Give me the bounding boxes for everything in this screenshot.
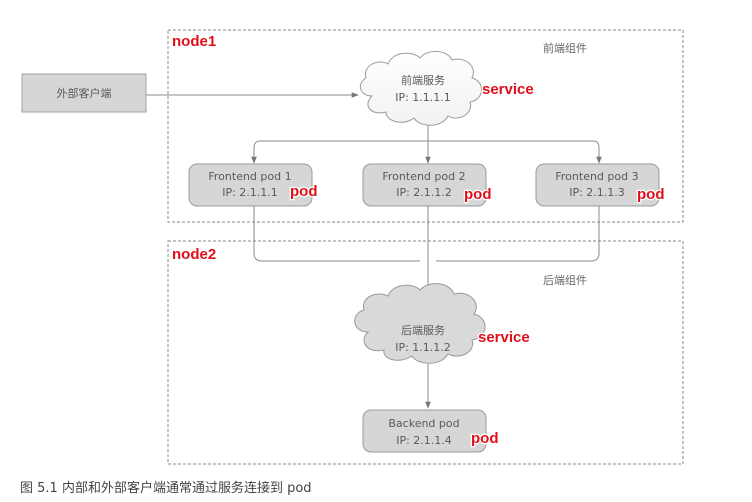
frontend-pod-3-tag: pod [637,186,665,203]
pod1-to-merge [253,205,420,262]
backend-pod-tag: pod [471,430,499,447]
pod3-to-merge [436,205,600,262]
svg-text:IP: 2.1.1.1: IP: 2.1.1.1 [222,186,278,199]
node2-label: node2 [172,246,216,263]
backend-pod: Backend pod IP: 2.1.1.4 [362,409,487,453]
svg-text:后端服务: 后端服务 [401,324,445,337]
node1-label: node1 [172,33,216,50]
svg-text:Backend pod: Backend pod [388,417,459,430]
svg-text:IP: 1.1.1.1: IP: 1.1.1.1 [395,91,451,104]
frontend-region-label: 前端组件 [543,41,587,55]
svg-text:IP: 1.1.1.2: IP: 1.1.1.2 [395,341,451,354]
frontend-service-cloud: 前端服务 IP: 1.1.1.1 [359,51,482,126]
svg-text:外部客户端: 外部客户端 [57,86,112,100]
svg-text:IP: 2.1.1.4: IP: 2.1.1.4 [396,434,452,447]
svg-text:IP: 2.1.1.2: IP: 2.1.1.2 [396,186,452,199]
svg-text:Frontend pod 1: Frontend pod 1 [208,170,291,183]
svg-text:Frontend pod 2: Frontend pod 2 [382,170,465,183]
frontend-service-tag: service [482,81,534,98]
svg-text:IP: 2.1.1.3: IP: 2.1.1.3 [569,186,625,199]
svg-text:Frontend pod 3: Frontend pod 3 [555,170,638,183]
architecture-diagram: 前端组件 后端组件 node1 node2 外部客户端 前端服务 IP: 1.1… [20,29,684,496]
backend-service-cloud: 后端服务 IP: 1.1.1.2 [354,283,486,364]
external-client: 外部客户端 [21,73,147,113]
figure-caption: 图 5.1 内部和外部客户端通常通过服务连接到 pod [20,480,312,496]
frontend-pod-1-tag: pod [290,183,318,200]
backend-region-label: 后端组件 [543,273,587,287]
frontend-fanout-bar [253,140,600,162]
backend-service-tag: service [478,329,530,346]
svg-text:前端服务: 前端服务 [401,73,445,87]
frontend-pod-2-tag: pod [464,186,492,203]
